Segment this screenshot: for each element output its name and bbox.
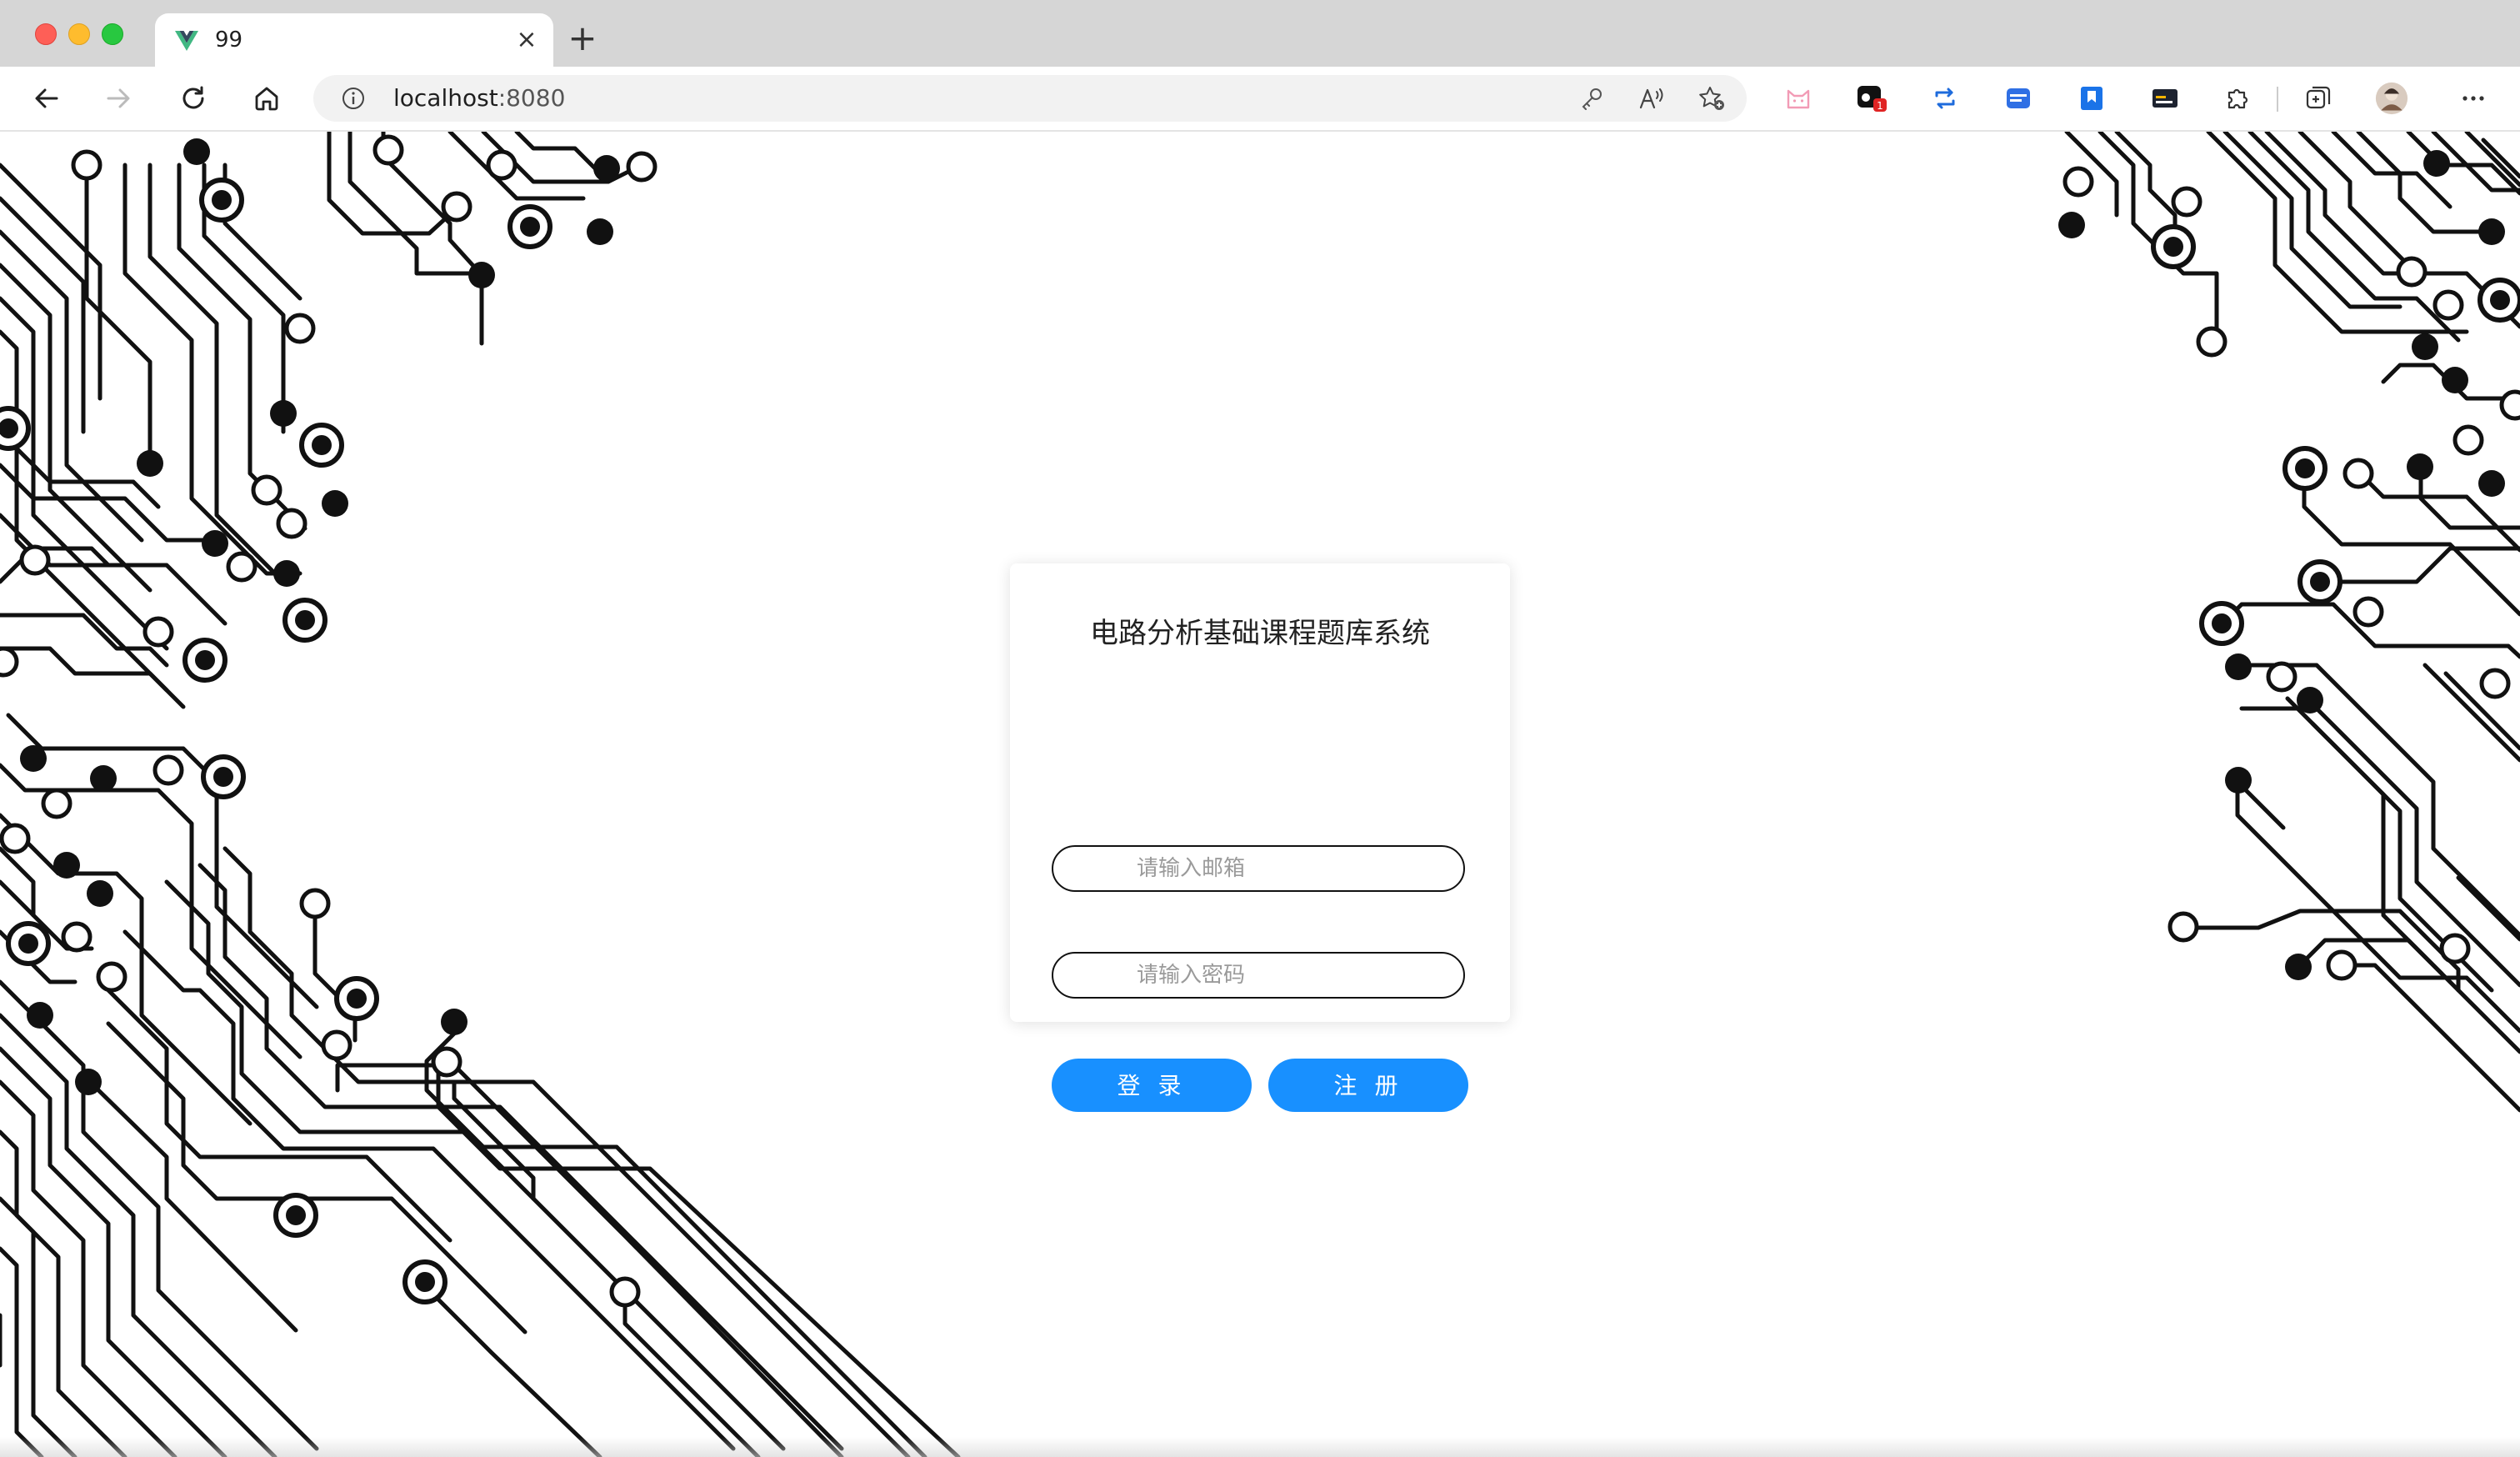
vue-logo-icon [175,31,198,51]
profile-avatar[interactable] [2375,82,2408,115]
more-menu-icon[interactable] [2457,82,2490,115]
page-bottom-edge [0,1437,2520,1457]
password-field[interactable] [1052,952,1465,999]
system-title: 电路分析基础课程题库系统 [1090,617,1430,650]
browser-toolbar: localhost:8080 1 [0,67,2520,132]
address-bar[interactable]: localhost:8080 [313,75,1747,122]
collections-icon[interactable] [2302,82,2335,115]
toolbar-divider [2277,87,2278,112]
reload-icon[interactable] [177,82,210,115]
tab-strip: 99 × + [0,0,2520,67]
bookmark-extension-icon[interactable] [2075,82,2108,115]
tab-title: 99 [215,28,243,53]
close-tab-icon[interactable]: × [513,27,540,53]
register-button[interactable]: 注 册 [1268,1059,1468,1112]
browser-tab[interactable]: 99 × [155,13,553,67]
read-aloud-icon[interactable] [1638,85,1665,112]
login-button[interactable]: 登 录 [1052,1059,1252,1112]
zoom-window-button[interactable] [102,23,123,45]
close-window-button[interactable] [35,23,57,45]
key-icon[interactable] [1578,85,1605,112]
repeat-extension-icon[interactable] [1928,82,1962,115]
extension-badge-icon[interactable]: 1 [1855,82,1888,115]
email-field[interactable] [1052,845,1465,892]
back-arrow-icon[interactable] [30,82,63,115]
url-port: :8080 [498,84,566,112]
extension-badge-count: 1 [1877,100,1883,112]
login-card: 电路分析基础课程题库系统 登 录 注 册 [1010,563,1510,1112]
forward-arrow-icon[interactable] [102,82,135,115]
browser-window: 99 × + localhost:8080 1 电路分析基础课程题库系统 请输入… [0,0,2520,1457]
favorite-star-icon[interactable] [1698,85,1725,112]
window-extension-icon[interactable] [2002,82,2035,115]
puzzle-extensions-icon[interactable] [2222,82,2255,115]
url-host: localhost [393,84,498,112]
new-tab-button[interactable]: + [567,21,598,56]
page-content: 电路分析基础课程题库系统 登 录 注 册 [0,132,2520,1457]
terminal-extension-icon[interactable] [2148,82,2182,115]
cat-extension-icon[interactable] [1782,82,1815,115]
url-text[interactable]: localhost:8080 [393,85,565,112]
home-icon[interactable] [250,82,283,115]
minimize-window-button[interactable] [68,23,90,45]
info-icon[interactable] [340,85,367,112]
